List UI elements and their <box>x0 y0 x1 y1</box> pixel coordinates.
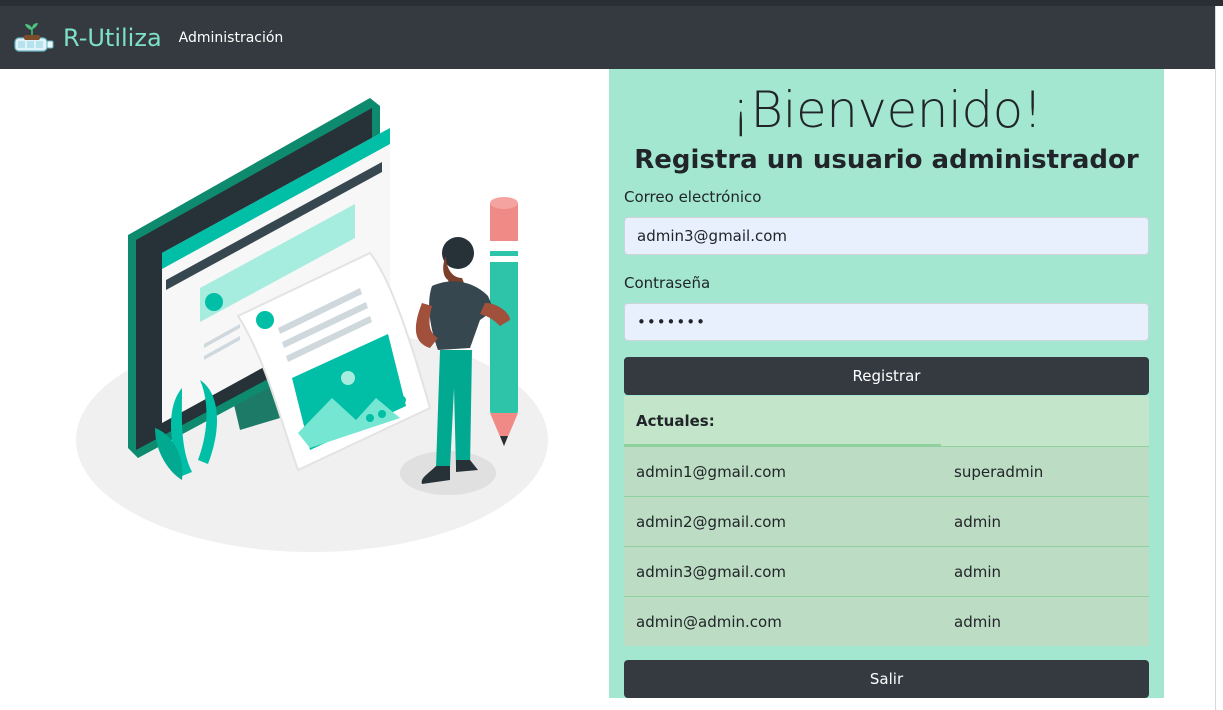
user-email: admin1@gmail.com <box>636 462 787 481</box>
register-panel: ¡Bienvenido! Registra un usuario adminis… <box>609 69 1164 698</box>
email-label: Correo electrónico <box>624 188 762 206</box>
register-subtitle: Registra un usuario administrador <box>634 145 1139 175</box>
table-row: admin@admin.com admin <box>624 596 1149 646</box>
brand-name: R-Utiliza <box>63 23 162 52</box>
bottle-plant-icon <box>14 22 54 52</box>
brand-link[interactable]: R-Utiliza <box>12 21 162 55</box>
welcome-title: ¡Bienvenido! <box>730 81 1043 139</box>
password-input[interactable] <box>624 303 1149 341</box>
table-row: admin3@gmail.com admin <box>624 546 1149 596</box>
navbar: R-Utiliza Administración <box>0 6 1215 69</box>
user-email: admin2@gmail.com <box>636 512 787 531</box>
table-row: admin1@gmail.com superadmin <box>624 446 1149 496</box>
user-email: admin3@gmail.com <box>636 562 787 581</box>
window-scroll-edge <box>1215 6 1223 710</box>
user-role: admin <box>954 562 1001 581</box>
table-header: Actuales: <box>624 396 1149 446</box>
admin-users-table: Actuales: admin1@gmail.com superadmin ad… <box>624 396 1149 646</box>
table-header-divider <box>624 444 941 446</box>
exit-button[interactable]: Salir <box>624 660 1149 698</box>
user-role: admin <box>954 612 1001 631</box>
table-header-label: Actuales: <box>636 412 715 430</box>
user-role: admin <box>954 512 1001 531</box>
password-label: Contraseña <box>624 274 711 292</box>
website-builder-illustration <box>76 98 548 552</box>
user-role: superadmin <box>954 462 1044 481</box>
email-input[interactable] <box>624 217 1149 255</box>
register-button[interactable]: Registrar <box>624 357 1149 395</box>
user-email: admin@admin.com <box>636 612 782 631</box>
table-row: admin2@gmail.com admin <box>624 496 1149 546</box>
nav-link-administracion[interactable]: Administración <box>179 30 284 46</box>
